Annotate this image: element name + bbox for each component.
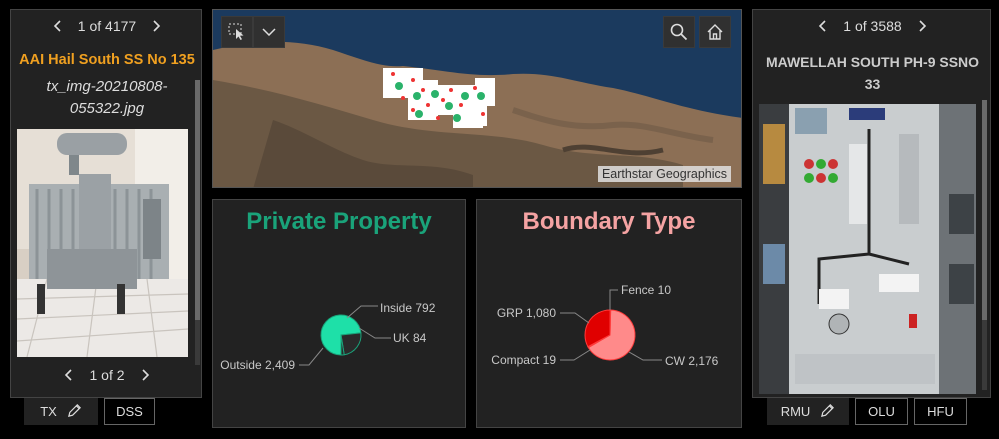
selection-options-dropdown[interactable] bbox=[253, 16, 285, 48]
data-label-cw: CW 2,176 bbox=[665, 354, 719, 368]
private-property-chart-panel: Private Property Outside 2,409 Inside 792… bbox=[212, 199, 466, 428]
chevron-left-icon bbox=[65, 369, 73, 381]
previous-feature-button[interactable] bbox=[815, 18, 829, 34]
tab-dss[interactable]: DSS bbox=[104, 398, 155, 425]
chevron-right-icon bbox=[141, 369, 149, 381]
search-button[interactable] bbox=[663, 16, 695, 48]
previous-feature-button[interactable] bbox=[50, 18, 64, 34]
feature-title: MAWELLAH SOUTH PH-9 SSNO 33 bbox=[765, 54, 980, 92]
pie-slice-fence[interactable] bbox=[609, 309, 612, 336]
right-feature-panel: 1 of 3588 MAWELLAH SOUTH PH-9 SSNO 33 bbox=[752, 9, 991, 398]
chevron-right-icon bbox=[153, 20, 161, 32]
tab-hfu[interactable]: HFU bbox=[914, 398, 967, 425]
data-label-compact: Compact 19 bbox=[491, 353, 556, 367]
left-tab-bar: TX DSS bbox=[24, 398, 155, 425]
leader-line bbox=[609, 289, 618, 310]
data-label-fence: Fence 10 bbox=[621, 283, 671, 297]
leader-line bbox=[560, 312, 590, 324]
panel-scrollbar[interactable] bbox=[982, 100, 987, 390]
tab-rmu[interactable]: RMU bbox=[767, 398, 849, 425]
next-feature-button[interactable] bbox=[150, 18, 164, 34]
pencil-icon[interactable] bbox=[67, 403, 82, 421]
image-pager: 1 of 2 bbox=[11, 367, 203, 383]
panel-scrollbar[interactable] bbox=[195, 80, 200, 365]
left-feature-panel: 1 of 4177 AAI Hail South SS No 135 tx_im… bbox=[10, 9, 202, 398]
map-attribution: Earthstar Geographics bbox=[597, 166, 731, 182]
transformer-photo bbox=[17, 129, 188, 357]
search-icon bbox=[670, 23, 688, 41]
right-tab-bar: RMU OLU HFU bbox=[767, 398, 967, 425]
chevron-left-icon bbox=[819, 20, 826, 32]
private-property-pie-chart: Outside 2,409 Inside 792 UK 84 bbox=[220, 301, 436, 372]
next-feature-button[interactable] bbox=[916, 18, 930, 34]
chevron-left-icon bbox=[53, 20, 61, 32]
select-tool-button[interactable] bbox=[221, 16, 253, 48]
feature-pager-text: 1 of 3588 bbox=[843, 18, 902, 34]
data-label-inside: Inside 792 bbox=[380, 301, 436, 315]
boundary-type-chart-panel: Boundary Type CW 2,176 Compact 19 GRP 1,08… bbox=[476, 199, 742, 428]
leader-line bbox=[628, 351, 662, 361]
feature-pager: 1 of 3588 bbox=[753, 18, 992, 34]
feature-title: AAI Hail South SS No 135 bbox=[19, 52, 195, 68]
map-view[interactable]: Earthstar Geographics bbox=[212, 9, 742, 188]
home-icon bbox=[707, 24, 723, 40]
chevron-down-icon bbox=[262, 28, 276, 36]
rmu-photo bbox=[759, 104, 976, 394]
pencil-icon[interactable] bbox=[820, 403, 835, 421]
image-pager-text: 1 of 2 bbox=[89, 367, 125, 383]
data-label-uk: UK 84 bbox=[393, 331, 427, 345]
next-image-button[interactable] bbox=[139, 367, 153, 383]
selection-cursor-icon bbox=[228, 23, 244, 40]
previous-image-button[interactable] bbox=[61, 367, 75, 383]
leader-line bbox=[560, 349, 591, 361]
tab-label: TX bbox=[40, 404, 57, 419]
boundary-type-pie-chart: CW 2,176 Compact 19 GRP 1,080 Fence 10 bbox=[491, 283, 719, 368]
leader-line bbox=[299, 347, 324, 366]
tab-label: RMU bbox=[780, 404, 811, 419]
tab-olu[interactable]: OLU bbox=[855, 398, 908, 425]
leader-line bbox=[358, 327, 391, 339]
feature-pager-text: 1 of 4177 bbox=[77, 18, 137, 34]
chevron-right-icon bbox=[919, 20, 926, 32]
tab-tx[interactable]: TX bbox=[24, 398, 98, 425]
leader-line bbox=[346, 305, 378, 319]
feature-pager: 1 of 4177 bbox=[11, 18, 203, 34]
data-label-grp: GRP 1,080 bbox=[497, 306, 556, 320]
image-filename: tx_img-20210808-055322.jpg bbox=[46, 78, 168, 117]
data-label-outside: Outside 2,409 bbox=[220, 358, 295, 372]
home-button[interactable] bbox=[699, 16, 731, 48]
